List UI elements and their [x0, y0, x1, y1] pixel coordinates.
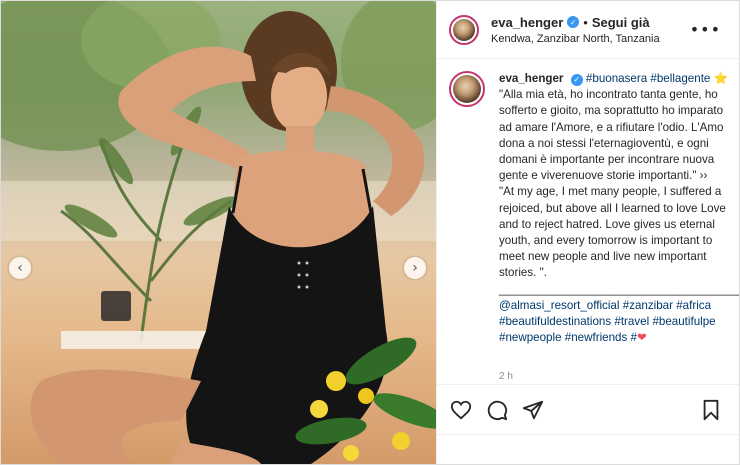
- more-options-icon[interactable]: •••: [690, 20, 721, 39]
- username-link[interactable]: eva_henger: [491, 15, 563, 30]
- avatar-image: [453, 18, 475, 41]
- heart-emoji: ❤: [636, 331, 647, 345]
- caption-text-line: "Alla mia età, ho incontrato tanta gente…: [499, 88, 718, 102]
- caption-tag-line: #newpeople #newfriends #❤: [499, 330, 739, 346]
- star-emoji: ⭐: [713, 72, 729, 85]
- header-text: eva_henger ✓ • Segui già Kendwa, Zanziba…: [491, 15, 690, 45]
- hashtag[interactable]: #beautifuldestinations: [499, 315, 611, 328]
- post-side-panel: eva_henger ✓ • Segui già Kendwa, Zanziba…: [436, 1, 739, 464]
- hashtag[interactable]: #beautifulpe: [652, 315, 715, 328]
- carousel-next-button[interactable]: ›: [404, 257, 426, 279]
- share-button[interactable]: [521, 398, 545, 422]
- divider: [437, 434, 739, 435]
- caption-tag-line: @almasi_resort_official #zanzibar #afric…: [499, 298, 739, 314]
- caption-body: eva_henger ✓ #buonasera #bellagente ⭐ "A…: [499, 71, 739, 346]
- comment-button[interactable]: [485, 398, 509, 422]
- instagram-post: ‹ › eva_henger ✓ • Segui già Kendwa, Zan…: [0, 0, 740, 465]
- bookmark-icon: [703, 399, 719, 420]
- chevron-right-icon: ›: [412, 260, 418, 276]
- hashtag[interactable]: #africa: [676, 299, 711, 312]
- caption-text-line: stories. ".: [499, 266, 547, 280]
- header-separator: •: [583, 14, 588, 30]
- post-caption: eva_henger ✓ #buonasera #bellagente ⭐ "A…: [449, 71, 739, 346]
- location-link[interactable]: Kendwa, Zanzibar North, Tanzania: [491, 33, 690, 45]
- post-actions: [437, 384, 739, 434]
- avatar-image: [453, 75, 481, 103]
- carousel-prev-button[interactable]: ‹: [9, 257, 31, 279]
- caption-avatar[interactable]: [449, 71, 485, 107]
- hashtag[interactable]: #newpeople: [499, 331, 562, 344]
- verified-badge-icon: ✓: [570, 74, 583, 87]
- caption-text-line: domani è importante per incontrare nuova: [499, 153, 715, 167]
- like-button[interactable]: [449, 398, 473, 422]
- hashtag[interactable]: #travel: [614, 315, 649, 328]
- caption-text-line: gente e viverenuove storie importanti." …: [499, 169, 708, 183]
- caption-text-line: "At my age, I met many people, I suffere…: [499, 185, 722, 199]
- share-icon: [522, 400, 544, 419]
- header-line: eva_henger ✓ • Segui già: [491, 15, 690, 30]
- hashtag[interactable]: #newfriends: [565, 331, 628, 344]
- caption-text-line: youth, and every tomorrow is important t…: [499, 234, 713, 248]
- caption-text-line: sofferto e gioito, ma soprattutto ho imp…: [499, 104, 724, 118]
- heart-icon: [450, 400, 472, 419]
- caption-divider-line: ________________________________________…: [499, 282, 739, 296]
- post-timestamp[interactable]: 2 h: [499, 371, 513, 382]
- post-photo[interactable]: ‹ ›: [1, 1, 436, 464]
- caption-text-line: rejoiced, but above all I learned to lov…: [499, 201, 726, 215]
- mention-link[interactable]: @almasi_resort_official: [499, 299, 619, 312]
- hashtag[interactable]: #zanzibar: [623, 299, 673, 312]
- post-header: eva_henger ✓ • Segui già Kendwa, Zanziba…: [437, 1, 739, 59]
- caption-first-line: eva_henger ✓ #buonasera #bellagente ⭐: [499, 71, 739, 87]
- verified-badge-icon: ✓: [567, 16, 580, 28]
- caption-tag-line: #beautifuldestinations #travel #beautifu…: [499, 314, 739, 330]
- caption-username[interactable]: eva_henger: [499, 72, 563, 85]
- caption-text-line: ad amare l'Amore, e a rifiutare l'odio. …: [499, 120, 724, 134]
- photo-illustration: [1, 1, 436, 464]
- following-button[interactable]: Segui già: [592, 15, 650, 30]
- hashtag[interactable]: #buonasera: [586, 72, 647, 85]
- chevron-left-icon: ‹: [17, 260, 23, 276]
- save-button[interactable]: [699, 398, 723, 422]
- avatar[interactable]: [449, 14, 479, 45]
- caption-text-line: and to reject hatred. Love gives us eter…: [499, 217, 715, 231]
- comment-icon: [487, 400, 508, 420]
- caption-text-line: meet new people and live new important: [499, 250, 707, 264]
- hashtag[interactable]: #bellagente: [650, 72, 710, 85]
- caption-text-line: dona a noi stessi l'eternagioventù, e og…: [499, 136, 709, 150]
